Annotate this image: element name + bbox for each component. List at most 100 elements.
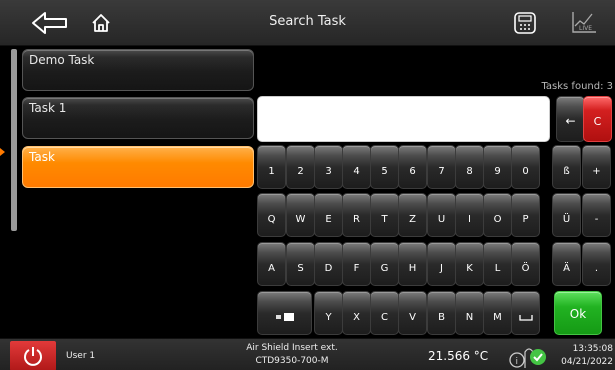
key-label: T xyxy=(381,214,388,225)
key-label: U xyxy=(437,214,446,225)
key[interactable]: V xyxy=(398,291,427,335)
key[interactable]: L xyxy=(483,242,512,286)
clear-key[interactable]: C xyxy=(583,96,612,142)
key-label: - xyxy=(594,214,599,225)
temperature-readout: 21.566 °C xyxy=(428,349,489,363)
key[interactable]: Y xyxy=(314,291,343,335)
home-icon[interactable] xyxy=(85,8,117,38)
key[interactable]: 5 xyxy=(370,145,399,189)
key-label: + xyxy=(592,166,601,177)
key-label: H xyxy=(408,263,417,274)
task-item-demo-task[interactable]: Demo Task xyxy=(22,49,254,91)
device-info: Air Shield Insert ext. CTD9350-700-M xyxy=(232,342,352,368)
key[interactable]: G xyxy=(370,242,399,286)
task-item-task-1[interactable]: Task 1 xyxy=(22,97,254,139)
task-list-scrollbar[interactable] xyxy=(11,49,17,231)
status-bar: User 1 Air Shield Insert ext. CTD9350-70… xyxy=(0,338,615,370)
key[interactable]: . xyxy=(582,242,611,286)
space-key[interactable] xyxy=(511,291,540,335)
clear-key-label: C xyxy=(593,115,602,128)
key-label: Z xyxy=(409,214,416,225)
shift-toggle-icon xyxy=(275,313,294,321)
key[interactable]: - xyxy=(582,193,611,237)
key-label: G xyxy=(380,263,389,274)
key[interactable]: T xyxy=(370,193,399,237)
key-label: 3 xyxy=(325,166,332,177)
key[interactable]: Ü xyxy=(552,193,581,237)
key-label: 7 xyxy=(438,166,445,177)
ok-button[interactable]: Ok xyxy=(554,291,602,335)
key[interactable]: Ö xyxy=(511,242,540,286)
task-item-task[interactable]: Task xyxy=(22,146,254,188)
shift-key[interactable] xyxy=(257,291,312,335)
backspace-key[interactable]: ← xyxy=(556,96,585,142)
key-label: Ü xyxy=(562,214,571,225)
key[interactable]: P xyxy=(511,193,540,237)
key[interactable]: B xyxy=(427,291,456,335)
back-arrow-icon[interactable] xyxy=(30,8,70,38)
key-label: 1 xyxy=(268,166,275,177)
key-label: I xyxy=(468,214,471,225)
key[interactable]: H xyxy=(398,242,427,286)
live-label: LIVE xyxy=(579,25,592,32)
device-name: Air Shield Insert ext. xyxy=(246,343,338,353)
key[interactable]: J xyxy=(427,242,456,286)
search-input[interactable] xyxy=(257,96,550,142)
key[interactable]: 2 xyxy=(286,145,315,189)
key[interactable]: Z xyxy=(398,193,427,237)
key[interactable]: 8 xyxy=(455,145,484,189)
key-label: E xyxy=(325,214,332,225)
live-chart-icon[interactable]: LIVE xyxy=(568,8,600,38)
top-bar: Search Task LIVE xyxy=(0,0,615,46)
key-label: X xyxy=(353,312,360,323)
key-label: S xyxy=(297,263,304,274)
key[interactable]: C xyxy=(370,291,399,335)
key-label: Q xyxy=(267,214,276,225)
key-label: M xyxy=(493,312,502,323)
key[interactable]: I xyxy=(455,193,484,237)
key-label: D xyxy=(324,263,333,274)
key[interactable]: S xyxy=(286,242,315,286)
key-label: 6 xyxy=(409,166,416,177)
key-label: 0 xyxy=(522,166,529,177)
key[interactable]: ß xyxy=(552,145,581,189)
key[interactable]: A xyxy=(257,242,286,286)
key[interactable]: U xyxy=(427,193,456,237)
key[interactable]: K xyxy=(455,242,484,286)
key[interactable]: + xyxy=(582,145,611,189)
key[interactable]: F xyxy=(342,242,371,286)
key[interactable]: W xyxy=(286,193,315,237)
key-label: V xyxy=(409,312,416,323)
key-label: Ä xyxy=(563,263,570,274)
key[interactable]: O xyxy=(483,193,512,237)
key-label: O xyxy=(493,214,502,225)
key[interactable]: N xyxy=(455,291,484,335)
key[interactable]: 7 xyxy=(427,145,456,189)
key[interactable]: 0 xyxy=(511,145,540,189)
key[interactable]: M xyxy=(483,291,512,335)
key-label: P xyxy=(522,214,529,225)
key[interactable]: 1 xyxy=(257,145,286,189)
connection-status-icon[interactable]: i xyxy=(508,342,550,370)
key[interactable]: 6 xyxy=(398,145,427,189)
key[interactable]: 3 xyxy=(314,145,343,189)
power-icon xyxy=(24,347,42,366)
key[interactable]: 9 xyxy=(483,145,512,189)
calculator-icon[interactable] xyxy=(510,8,540,38)
key[interactable]: E xyxy=(314,193,343,237)
ok-label: Ok xyxy=(569,307,587,321)
task-label: Task xyxy=(29,150,55,164)
key[interactable]: D xyxy=(314,242,343,286)
key-label: J xyxy=(440,263,443,274)
svg-text:i: i xyxy=(516,357,519,367)
key-label: 5 xyxy=(381,166,388,177)
clock: 13:35:08 04/21/2022 xyxy=(561,343,613,369)
key[interactable]: 4 xyxy=(342,145,371,189)
key[interactable]: R xyxy=(342,193,371,237)
key[interactable]: Q xyxy=(257,193,286,237)
power-button[interactable] xyxy=(10,341,56,370)
time-readout: 13:35:08 xyxy=(572,344,613,354)
key[interactable]: X xyxy=(342,291,371,335)
key[interactable]: Ä xyxy=(552,242,581,286)
key-label: 2 xyxy=(297,166,304,177)
